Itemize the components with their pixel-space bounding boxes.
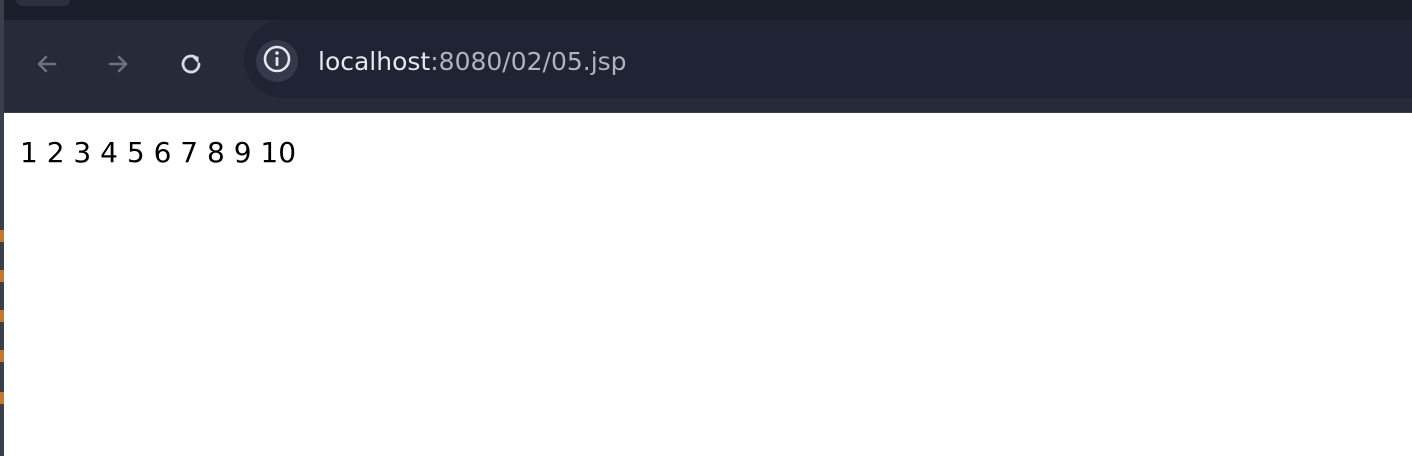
edge-marker xyxy=(0,270,4,282)
url-host: localhost xyxy=(318,47,431,76)
reload-icon xyxy=(176,49,206,79)
arrow-right-icon xyxy=(104,50,132,78)
tab-strip xyxy=(0,0,1412,20)
browser-toolbar: localhost:8080/02/05.jsp xyxy=(4,20,1412,112)
window-edge xyxy=(0,0,4,456)
edge-marker xyxy=(0,230,4,242)
url-path: :8080/02/05.jsp xyxy=(430,47,627,76)
edge-marker xyxy=(0,350,4,362)
page-content: 1 2 3 4 5 6 7 8 9 10 xyxy=(4,113,1412,456)
info-circle-icon xyxy=(262,44,292,78)
site-info-button[interactable] xyxy=(256,40,298,82)
address-bar[interactable]: localhost:8080/02/05.jsp xyxy=(244,20,1412,98)
page-output-text: 1 2 3 4 5 6 7 8 9 10 xyxy=(20,136,297,169)
browser-tab[interactable] xyxy=(16,0,70,6)
edge-marker xyxy=(0,310,4,322)
url-text[interactable]: localhost:8080/02/05.jsp xyxy=(318,47,627,77)
arrow-left-icon xyxy=(33,50,61,78)
forward-button[interactable] xyxy=(100,46,136,82)
reload-button[interactable] xyxy=(173,46,209,82)
edge-marker xyxy=(0,392,4,404)
back-button[interactable] xyxy=(29,46,65,82)
